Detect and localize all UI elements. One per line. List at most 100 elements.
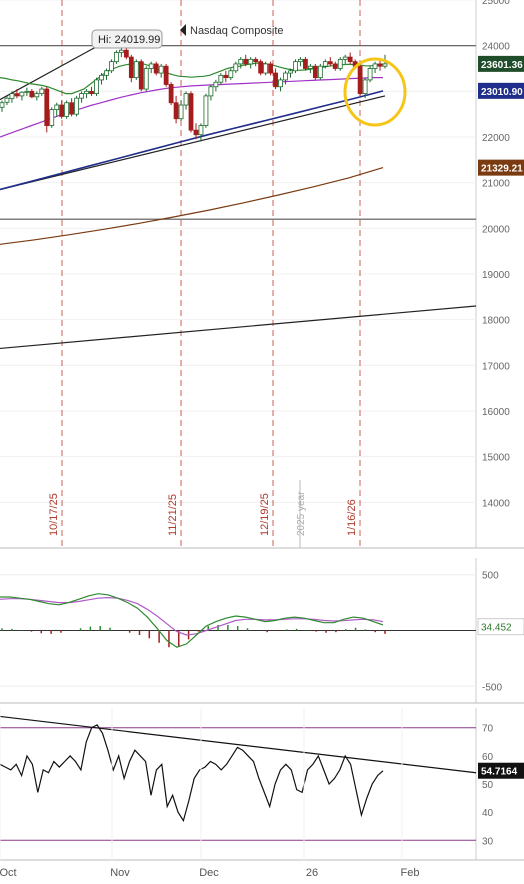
candle-body (178, 104, 184, 120)
candle-body (153, 63, 159, 74)
price-value-tag-label: 23601.36 (481, 60, 523, 71)
candle-body (362, 79, 368, 95)
candle-body (19, 91, 25, 97)
price-tick-label: 20000 (482, 224, 510, 235)
candle-body (133, 61, 139, 79)
candle-body (278, 79, 283, 88)
rsi-tick-label: 70 (482, 724, 494, 735)
price-tick-label: 19000 (482, 270, 510, 281)
rsi-value-tag-label: 54.7164 (481, 767, 518, 778)
x-tick-label: Dec (199, 867, 219, 879)
candle-body (24, 90, 30, 93)
x-tick-label: Nov (110, 867, 130, 879)
rsi-tick-label: 30 (482, 836, 494, 847)
candle-body (258, 61, 264, 74)
candle-body (29, 90, 35, 98)
date-marker-label: 12/19/25 (259, 493, 271, 536)
candle-body (253, 58, 259, 63)
candle-body (183, 93, 189, 106)
candle-body (238, 58, 244, 65)
candle-body (307, 65, 313, 69)
x-tick-label: Oct (0, 867, 17, 879)
candle-body (248, 58, 254, 65)
candle-body (327, 61, 333, 65)
candle-body (54, 104, 60, 110)
date-marker-label: 10/17/25 (48, 493, 60, 536)
macd-pane: -500050034.452 (0, 558, 524, 704)
candle-body (273, 72, 278, 88)
rsi-pane: 30 40 50 60 70 54.7164 (0, 708, 524, 860)
candle-body (213, 81, 219, 88)
x-tick-label: Feb (401, 867, 420, 879)
candle-body (342, 56, 348, 60)
candle-body (168, 84, 174, 104)
price-tick-label: 22000 (482, 133, 510, 144)
x-tick-label: 26 (306, 867, 318, 879)
candle-body (208, 86, 214, 97)
candle-body (377, 63, 383, 67)
candle-body (74, 97, 80, 115)
candle-body (268, 63, 273, 74)
candle-body (109, 61, 114, 72)
candle-body (303, 58, 308, 69)
candle-body (298, 58, 303, 63)
candle-body (49, 109, 55, 126)
date-marker-label: 11/21/25 (167, 494, 179, 536)
candle-body (332, 63, 338, 69)
price-tick-label: 15000 (482, 453, 510, 464)
candle-body (337, 58, 343, 69)
chart-root: 14000 15000 16000 17000 18000 19000 20000 21000… (0, 0, 524, 879)
price-value-tag-label: 23010.90 (481, 87, 523, 98)
candle-body (243, 58, 249, 65)
price-tick-label: 24000 (482, 42, 510, 53)
macd-tick-label: -500 (482, 682, 502, 693)
candle-body (322, 61, 328, 67)
candle-body (367, 68, 373, 81)
candle-body (317, 65, 323, 79)
macd-value-tag-label: 34.452 (481, 623, 512, 634)
candle-body (84, 90, 89, 95)
candle-body (44, 88, 50, 126)
candle-body (347, 56, 353, 63)
candle-body (158, 65, 164, 74)
price-tick-label: 25000 (482, 0, 510, 7)
candle-body (193, 129, 199, 136)
price-pane: 14000 15000 16000 17000 18000 19000 20000 21000… (0, 0, 524, 549)
candle-body (283, 72, 288, 81)
candle-body (233, 63, 239, 72)
year-marker-label: 2025 year (296, 491, 307, 536)
candle-body (89, 90, 94, 95)
candle-body (69, 102, 75, 115)
candle-body (0, 102, 5, 108)
candle-body (293, 61, 298, 72)
rsi-tick-label: 50 (482, 780, 494, 791)
nasdaq-chart: 14000 15000 16000 17000 18000 19000 20000 21000… (0, 0, 524, 879)
candle-body (372, 63, 378, 69)
candle-body (188, 93, 194, 131)
candle-body (128, 56, 134, 79)
candle-body (94, 79, 99, 95)
candle-body (203, 95, 209, 126)
rsi-plot-bg (0, 708, 476, 860)
candle-body (382, 63, 388, 67)
rsi-tick-label: 60 (482, 752, 494, 763)
macd-tick-label: 500 (482, 571, 499, 582)
date-marker-label: 1/16/26 (346, 499, 358, 536)
candle-body (218, 74, 224, 83)
candle-body (143, 68, 149, 90)
price-value-tag-label: 21329.21 (481, 164, 523, 175)
price-tick-label: 21000 (482, 179, 510, 190)
candle-body (138, 61, 144, 90)
candle-body (99, 74, 104, 81)
candle-body (288, 70, 293, 74)
price-tick-label: 18000 (482, 316, 510, 327)
candle-body (357, 65, 363, 95)
chart-title: Nasdaq Composite (190, 25, 284, 37)
price-tick-label: 16000 (482, 407, 510, 418)
candle-body (173, 102, 179, 120)
candle-body (228, 70, 234, 79)
candle-body (263, 63, 269, 74)
candle-body (198, 125, 204, 136)
candle-body (14, 93, 20, 97)
candle-body (123, 49, 129, 58)
